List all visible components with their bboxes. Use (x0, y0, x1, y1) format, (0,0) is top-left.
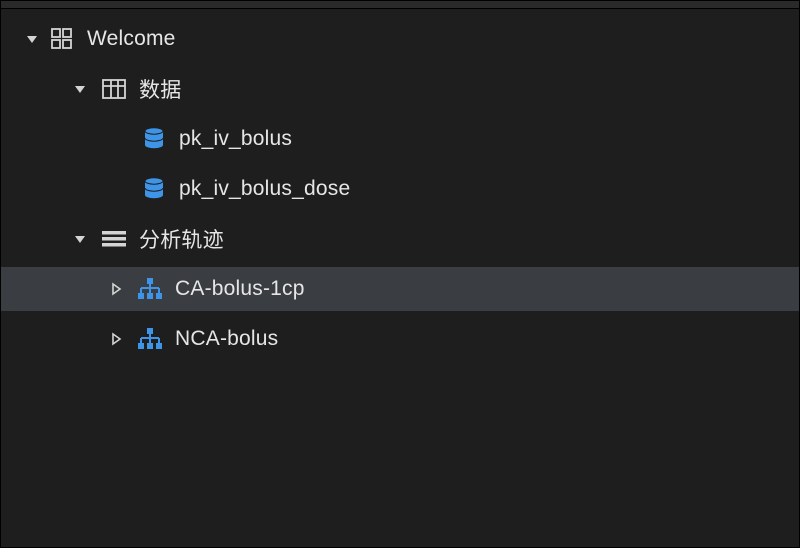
tree-item-label: Welcome (87, 27, 176, 51)
sitemap-icon (137, 326, 163, 352)
tree-view: Welcome 数据 (1, 9, 799, 361)
tree-item-analysis-group[interactable]: 分析轨迹 (1, 217, 799, 261)
table-icon (101, 76, 127, 102)
expander-down-icon[interactable] (71, 80, 89, 98)
expander-down-icon[interactable] (23, 30, 41, 48)
database-icon (141, 126, 167, 152)
tree-panel: Welcome 数据 (0, 0, 800, 548)
tree-item-dataset[interactable]: pk_iv_bolus (1, 117, 799, 161)
tree-item-data-group[interactable]: 数据 (1, 67, 799, 111)
expander-down-icon[interactable] (71, 230, 89, 248)
tree-item-label: 分析轨迹 (139, 224, 224, 254)
tree-item-label: 数据 (139, 74, 181, 104)
expander-right-icon[interactable] (107, 280, 125, 298)
tree-item-dataset[interactable]: pk_iv_bolus_dose (1, 167, 799, 211)
tree-item-label: pk_iv_bolus (179, 127, 292, 151)
dashboard-icon (49, 26, 75, 52)
panel-topbar (1, 1, 799, 9)
tree-item-welcome[interactable]: Welcome (1, 17, 799, 61)
tree-item-label: NCA-bolus (175, 327, 278, 351)
tree-item-label: CA-bolus-1cp (175, 277, 305, 301)
expander-right-icon[interactable] (107, 330, 125, 348)
sitemap-icon (137, 276, 163, 302)
database-icon (141, 176, 167, 202)
tree-item-label: pk_iv_bolus_dose (179, 177, 350, 201)
tree-item-analysis[interactable]: NCA-bolus (1, 317, 799, 361)
tree-item-analysis[interactable]: CA-bolus-1cp (1, 267, 799, 311)
list-icon (101, 226, 127, 252)
